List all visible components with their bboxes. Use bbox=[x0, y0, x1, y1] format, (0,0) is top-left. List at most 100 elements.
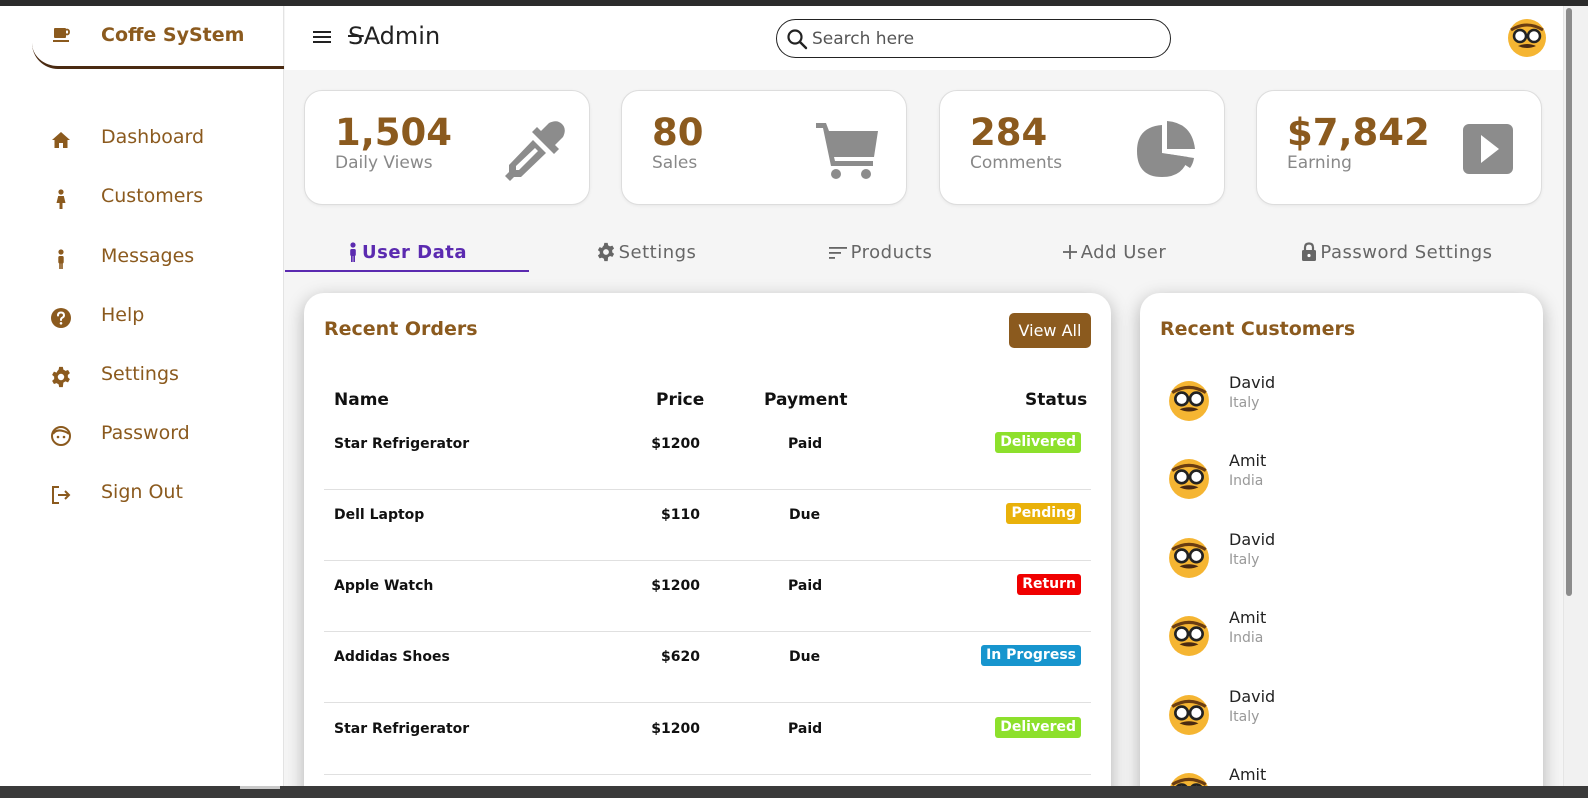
sidebar-item-label: Customers bbox=[101, 185, 204, 207]
recent-customers-panel: Recent Customers David Italy Amit India … bbox=[1140, 293, 1543, 798]
search-box[interactable] bbox=[776, 19, 1171, 58]
order-price: $1200 bbox=[651, 721, 700, 737]
panel-title: Recent Customers bbox=[1160, 318, 1356, 340]
order-name: Apple Watch bbox=[334, 578, 434, 594]
sidebar-item-label: Password bbox=[101, 422, 190, 444]
table-row[interactable]: Apple Watch $1200 Paid Return bbox=[324, 561, 1091, 632]
customer-name: Amit bbox=[1229, 608, 1267, 627]
search-input[interactable] bbox=[812, 26, 1152, 52]
sign-out-icon bbox=[50, 484, 72, 506]
customer-name: David bbox=[1229, 687, 1276, 706]
scrollbar-thumb[interactable] bbox=[1566, 8, 1572, 596]
order-payment: Due bbox=[789, 649, 821, 665]
panel-title: Recent Orders bbox=[324, 318, 478, 340]
tab-label: Add User bbox=[1080, 241, 1167, 263]
status-badge: In Progress bbox=[981, 645, 1081, 666]
tab-password-settings[interactable]: Password Settings bbox=[1231, 232, 1563, 272]
person-icon bbox=[350, 242, 356, 262]
tab-settings[interactable]: Settings bbox=[529, 232, 763, 272]
page-title: SAdmin bbox=[348, 22, 440, 50]
admin-title-text: Admin bbox=[363, 22, 441, 50]
customer-item[interactable]: David Italy bbox=[1168, 687, 1528, 747]
stat-card-earning[interactable]: $7,842 Earning bbox=[1256, 90, 1542, 205]
brand[interactable]: Coffe SyStem bbox=[32, 6, 284, 69]
column-header-status: Status bbox=[1025, 390, 1088, 410]
customer-item[interactable]: David Italy bbox=[1168, 530, 1528, 590]
tab-label: Settings bbox=[618, 241, 697, 263]
tab-add-user[interactable]: Add User bbox=[997, 232, 1231, 272]
customer-country: Italy bbox=[1229, 395, 1260, 411]
sidebar-item-messages[interactable]: Messages bbox=[0, 237, 284, 277]
customer-avatar-icon bbox=[1169, 459, 1209, 499]
sidebar-item-password[interactable]: Password bbox=[0, 414, 284, 454]
customer-avatar-icon bbox=[1169, 695, 1209, 735]
face-icon bbox=[50, 425, 72, 447]
customer-item[interactable]: Amit India bbox=[1168, 608, 1528, 668]
view-all-button[interactable]: View All bbox=[1009, 313, 1091, 348]
order-name: Star Refrigerator bbox=[334, 436, 470, 452]
top-bar: SAdmin bbox=[285, 6, 1563, 70]
order-price: $1200 bbox=[651, 436, 700, 452]
sidebar-item-label: Settings bbox=[101, 363, 179, 385]
page-scrollbar[interactable] bbox=[1563, 6, 1588, 786]
cart-icon bbox=[816, 123, 878, 179]
customer-avatar-icon bbox=[1169, 616, 1209, 656]
customer-name: David bbox=[1229, 530, 1276, 549]
table-row[interactable]: Star Refrigerator $1200 Paid Delivered bbox=[324, 704, 1091, 775]
sidebar-item-label: Messages bbox=[101, 245, 195, 267]
coffee-cup-icon bbox=[53, 28, 70, 42]
pie-chart-icon bbox=[1137, 121, 1195, 177]
eyedropper-icon bbox=[505, 121, 565, 181]
stat-label: Comments bbox=[970, 153, 1063, 173]
gear-icon bbox=[50, 366, 72, 388]
home-icon bbox=[50, 129, 72, 151]
tab-products[interactable]: Products bbox=[763, 232, 997, 272]
stat-value: $7,842 bbox=[1287, 111, 1430, 154]
stat-label: Earning bbox=[1287, 153, 1352, 173]
taskbar-indicator bbox=[240, 786, 280, 789]
user-avatar-icon[interactable] bbox=[1507, 18, 1547, 58]
order-name: Dell Laptop bbox=[334, 507, 425, 523]
customer-country: India bbox=[1229, 630, 1264, 646]
tab-bar: User Data Settings Products Add User Pas… bbox=[285, 232, 1563, 274]
tab-user-data[interactable]: User Data bbox=[285, 232, 529, 272]
order-name: Star Refrigerator bbox=[334, 721, 470, 737]
customer-country: India bbox=[1229, 473, 1264, 489]
sidebar-item-customers[interactable]: Customers bbox=[0, 177, 284, 217]
stat-card-sales[interactable]: 80 Sales bbox=[621, 90, 907, 205]
play-icon bbox=[1463, 124, 1513, 174]
customer-item[interactable]: David Italy bbox=[1168, 373, 1528, 433]
sidebar-item-settings[interactable]: Settings bbox=[0, 355, 284, 395]
plus-icon bbox=[1062, 245, 1077, 259]
stat-card-comments[interactable]: 284 Comments bbox=[939, 90, 1225, 205]
stat-value: 1,504 bbox=[335, 111, 453, 154]
stat-label: Sales bbox=[652, 153, 698, 173]
customer-name: Amit bbox=[1229, 451, 1267, 470]
stat-label: Daily Views bbox=[335, 153, 433, 173]
tab-label: Password Settings bbox=[1320, 241, 1493, 263]
sidebar-item-label: Dashboard bbox=[101, 126, 205, 148]
sidebar-item-help[interactable]: Help bbox=[0, 296, 284, 336]
table-row[interactable]: Star Refrigerator $1200 Paid Delivered bbox=[324, 419, 1091, 490]
active-tab-indicator bbox=[285, 270, 529, 272]
sidebar-item-sign-out[interactable]: Sign Out bbox=[0, 473, 284, 513]
table-row[interactable]: Dell Laptop $110 Due Pending bbox=[324, 490, 1091, 561]
stat-card-daily-views[interactable]: 1,504 Daily Views bbox=[304, 90, 590, 205]
table-row[interactable]: Addidas Shoes $620 Due In Progress bbox=[324, 632, 1091, 703]
sidebar-item-dashboard[interactable]: Dashboard bbox=[0, 118, 284, 158]
customer-item[interactable]: Amit India bbox=[1168, 451, 1528, 511]
strike-s-logo-icon: S bbox=[348, 22, 364, 50]
column-header-payment: Payment bbox=[764, 390, 848, 410]
status-badge: Delivered bbox=[995, 432, 1081, 453]
order-payment: Due bbox=[789, 507, 821, 523]
customer-avatar-icon bbox=[1169, 381, 1209, 421]
hamburger-menu-icon[interactable] bbox=[313, 28, 333, 46]
lock-icon bbox=[1302, 242, 1317, 261]
order-payment: Paid bbox=[788, 578, 823, 594]
order-price: $1200 bbox=[651, 578, 700, 594]
customer-country: Italy bbox=[1229, 709, 1260, 725]
help-circle-icon bbox=[50, 307, 72, 329]
order-payment: Paid bbox=[788, 436, 823, 452]
order-name: Addidas Shoes bbox=[334, 649, 450, 665]
stat-value: 284 bbox=[970, 111, 1048, 154]
